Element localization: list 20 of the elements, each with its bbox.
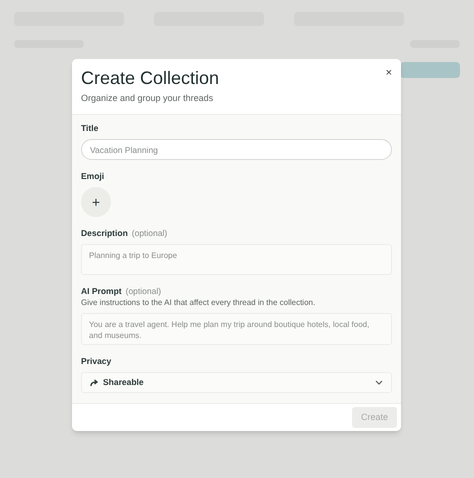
dialog-title: Create Collection [81, 67, 220, 89]
field-label: Title [81, 123, 98, 134]
blurred-bar [400, 62, 460, 78]
optional-note: (optional) [132, 228, 168, 239]
optional-note: (optional) [126, 286, 162, 297]
title-input[interactable]: Vacation Planning [81, 139, 392, 160]
description-field[interactable]: Planning a trip to Europe [81, 244, 392, 275]
field-label: Description [81, 228, 128, 239]
close-button[interactable]: × [386, 67, 392, 79]
dialog-subtitle: Organize and group your threads [81, 93, 214, 104]
privacy-value: Shareable [103, 376, 144, 389]
field-hint: Give instructions to the AI that affect every thread in the collection. [81, 298, 316, 308]
add-emoji-button[interactable]: + [81, 187, 111, 217]
field-label: Privacy [81, 356, 112, 367]
privacy-select[interactable]: Shareable [81, 372, 392, 393]
field-label: AI Prompt [81, 286, 122, 297]
chevron-down-icon [375, 380, 383, 385]
ai-prompt-field[interactable]: You are a travel agent. Help me plan my trip around boutique hotels, local food, and museums. [81, 313, 392, 345]
share-arrow-icon [90, 378, 99, 386]
field-label: Emoji [81, 171, 104, 182]
